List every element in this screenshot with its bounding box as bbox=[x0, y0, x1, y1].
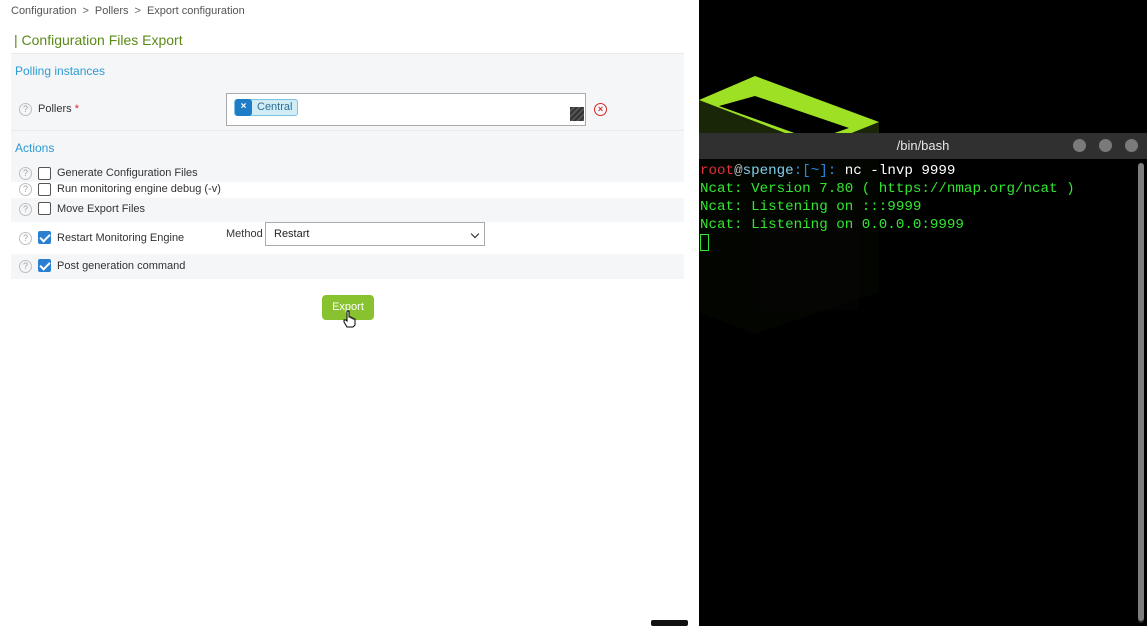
desktop-background: /bin/bash root@spenge:[~]: nc -lnvp 9999… bbox=[699, 0, 1147, 626]
option-row-generate: ? Generate Configuration Files bbox=[11, 166, 684, 182]
prompt-at: @ bbox=[734, 163, 743, 179]
move-export-label: Move Export Files bbox=[57, 203, 146, 215]
debug-checkbox[interactable] bbox=[38, 183, 51, 196]
poller-tag-central: × Central bbox=[234, 99, 299, 116]
taskbar-widget[interactable] bbox=[651, 620, 688, 626]
maximize-icon[interactable] bbox=[1099, 139, 1112, 152]
terminal-scrollbar-thumb[interactable] bbox=[1138, 163, 1144, 621]
question-circle-icon[interactable]: ? bbox=[19, 203, 32, 216]
terminal-line: Ncat: Listening on :::9999 bbox=[700, 199, 922, 215]
generate-config-checkbox[interactable] bbox=[38, 167, 51, 180]
terminal-cursor bbox=[700, 234, 709, 251]
terminal-output[interactable]: root@spenge:[~]: nc -lnvp 9999 Ncat: Vers… bbox=[700, 162, 1136, 252]
hand-pointer-icon bbox=[343, 310, 356, 328]
question-circle-icon[interactable]: ? bbox=[19, 232, 32, 245]
method-label: Method bbox=[226, 228, 263, 240]
page-title: | Configuration Files Export bbox=[14, 32, 183, 48]
restart-engine-checkbox[interactable] bbox=[38, 231, 51, 244]
terminal-line: Ncat: Listening on 0.0.0.0:9999 bbox=[700, 217, 964, 233]
chevron-down-icon bbox=[470, 229, 480, 239]
pollers-row: ? Pollers * × Central × bbox=[11, 89, 684, 130]
breadcrumb-export-configuration[interactable]: Export configuration bbox=[147, 5, 245, 17]
pollers-label-text: Pollers bbox=[38, 103, 72, 115]
poller-tag-label: Central bbox=[257, 101, 293, 113]
breadcrumb-configuration[interactable]: Configuration bbox=[11, 5, 76, 17]
polling-instances-header: Polling instances bbox=[11, 53, 684, 89]
question-circle-icon[interactable]: ? bbox=[19, 103, 32, 116]
terminal-prompt-line: root@spenge:[~]: nc -lnvp 9999 bbox=[700, 162, 1136, 180]
clear-circle-icon[interactable]: × bbox=[594, 103, 607, 116]
breadcrumb-separator: > bbox=[134, 5, 141, 17]
move-export-checkbox[interactable] bbox=[38, 202, 51, 215]
prompt-path: :[~]: bbox=[793, 163, 837, 179]
option-row-post-command: ? Post generation command bbox=[11, 254, 684, 279]
minimize-icon[interactable] bbox=[1073, 139, 1086, 152]
prompt-host: spenge bbox=[742, 163, 794, 179]
terminal-window[interactable]: /bin/bash root@spenge:[~]: nc -lnvp 9999… bbox=[699, 133, 1147, 626]
prompt-user: root bbox=[700, 163, 735, 179]
question-circle-icon[interactable]: ? bbox=[19, 260, 32, 273]
method-select-value: Restart bbox=[274, 228, 310, 240]
generate-config-label: Generate Configuration Files bbox=[57, 167, 198, 179]
terminal-title: /bin/bash bbox=[896, 138, 950, 153]
option-row-debug: ? Run monitoring engine debug (-v) bbox=[11, 182, 684, 198]
terminal-line: Ncat: Version 7.80 ( https://nmap.org/nc… bbox=[700, 181, 1075, 197]
pollers-label: Pollers * bbox=[38, 103, 79, 115]
pollers-multiselect[interactable]: × Central bbox=[226, 93, 586, 126]
required-mark: * bbox=[74, 103, 79, 115]
breadcrumb-separator: > bbox=[82, 5, 89, 17]
centreon-export-page: Configuration > Pollers > Export configurati… bbox=[0, 0, 699, 626]
question-circle-icon[interactable]: ? bbox=[19, 167, 32, 180]
terminal-command: nc -lnvp 9999 bbox=[836, 163, 956, 179]
restart-engine-label: Restart Monitoring Engine bbox=[57, 232, 185, 244]
method-select[interactable]: Restart bbox=[265, 222, 485, 246]
terminal-titlebar[interactable]: /bin/bash bbox=[699, 133, 1147, 159]
close-icon[interactable] bbox=[1125, 139, 1138, 152]
post-command-checkbox[interactable] bbox=[38, 259, 51, 272]
option-row-restart: ? Restart Monitoring Engine Method Resta… bbox=[11, 222, 684, 254]
breadcrumb: Configuration > Pollers > Export configurati… bbox=[11, 5, 245, 17]
option-row-move: ? Move Export Files bbox=[11, 198, 684, 222]
breadcrumb-pollers[interactable]: Pollers bbox=[95, 5, 129, 17]
close-icon[interactable]: × bbox=[235, 99, 252, 116]
terminal-cursor-line bbox=[700, 234, 1136, 252]
resize-handle-icon[interactable] bbox=[570, 107, 584, 121]
post-command-label: Post generation command bbox=[57, 260, 186, 272]
question-circle-icon[interactable]: ? bbox=[19, 183, 32, 196]
actions-header: Actions bbox=[11, 130, 684, 166]
debug-label: Run monitoring engine debug (-v) bbox=[57, 183, 221, 195]
